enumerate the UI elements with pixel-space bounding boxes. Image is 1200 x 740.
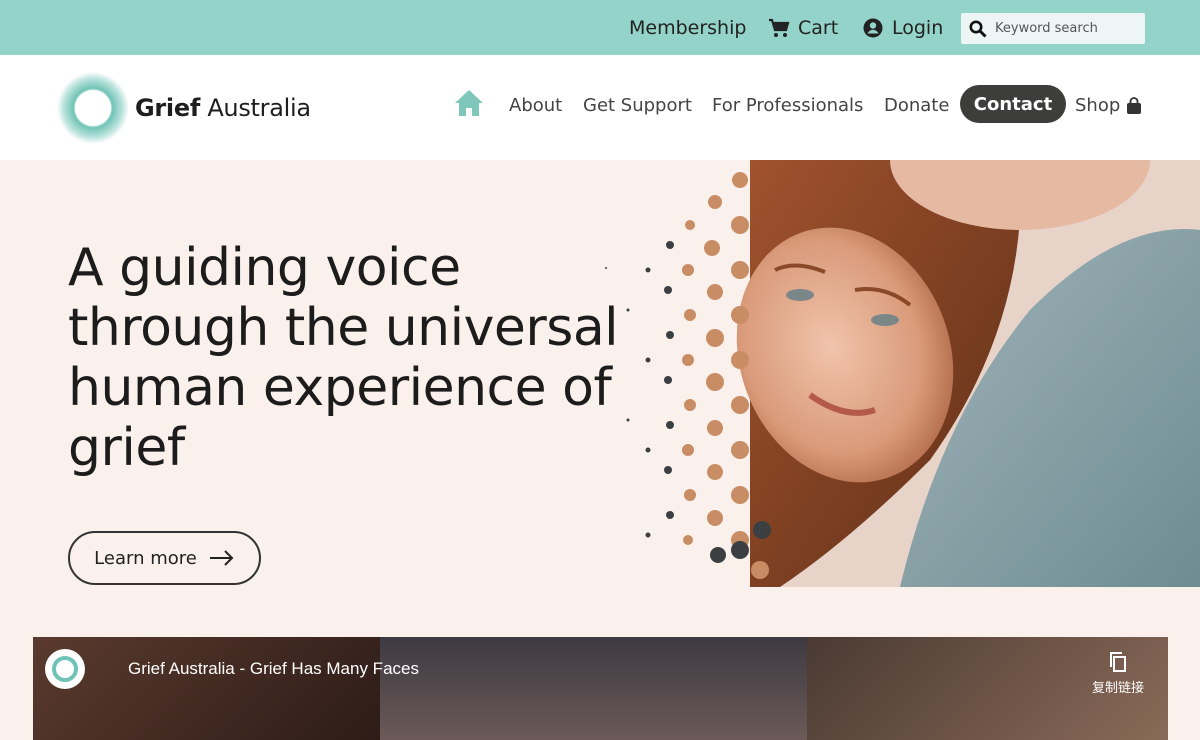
search-input[interactable] [995, 21, 1135, 36]
video-title[interactable]: Grief Australia - Grief Has Many Faces [128, 659, 419, 679]
cart-link[interactable]: Cart [768, 17, 838, 39]
logo-ring-icon [52, 656, 78, 682]
logo-wordmark: Grief Australia [135, 94, 311, 122]
video-player[interactable]: Grief Australia - Grief Has Many Faces 复… [33, 637, 1168, 740]
hero-headline: A guiding voice through the universal hu… [68, 238, 619, 478]
nav-donate[interactable]: Donate [884, 95, 949, 116]
shopping-bag-icon [1127, 96, 1142, 114]
shop-link[interactable]: Shop [1075, 95, 1142, 116]
nav-for-professionals[interactable]: For Professionals [712, 95, 863, 116]
learn-more-label: Learn more [94, 547, 197, 569]
hero-photo [605, 160, 1200, 587]
login-link[interactable]: Login [862, 17, 943, 39]
search-icon[interactable] [961, 13, 995, 44]
video-frame-left [33, 637, 380, 740]
search-box[interactable] [961, 13, 1145, 44]
membership-label: Membership [629, 17, 747, 39]
logo-ring-icon [57, 72, 129, 144]
login-label: Login [892, 17, 944, 39]
utility-bar: Membership Cart Login [0, 0, 1200, 55]
arrow-right-icon [209, 550, 234, 566]
home-icon[interactable] [453, 88, 485, 118]
site-logo[interactable]: Grief Australia [55, 69, 315, 147]
hero-section: A guiding voice through the universal hu… [0, 160, 1200, 587]
membership-link[interactable]: Membership [629, 17, 746, 39]
copy-link-label: 复制链接 [1091, 681, 1144, 696]
nav-get-support[interactable]: Get Support [583, 95, 692, 116]
cart-label: Cart [798, 17, 839, 39]
channel-avatar[interactable] [45, 649, 85, 689]
user-circle-icon [862, 17, 884, 39]
cart-icon [768, 17, 790, 39]
nav-about[interactable]: About [509, 95, 562, 116]
shop-label: Shop [1075, 95, 1121, 116]
copy-link-button[interactable]: 复制链接 [1088, 651, 1148, 696]
copy-icon [1110, 652, 1126, 672]
video-frame-center [380, 637, 807, 740]
main-header: Grief Australia About Get Support For Pr… [0, 55, 1200, 160]
contact-button[interactable]: Contact [960, 85, 1066, 123]
learn-more-button[interactable]: Learn more [68, 531, 261, 585]
